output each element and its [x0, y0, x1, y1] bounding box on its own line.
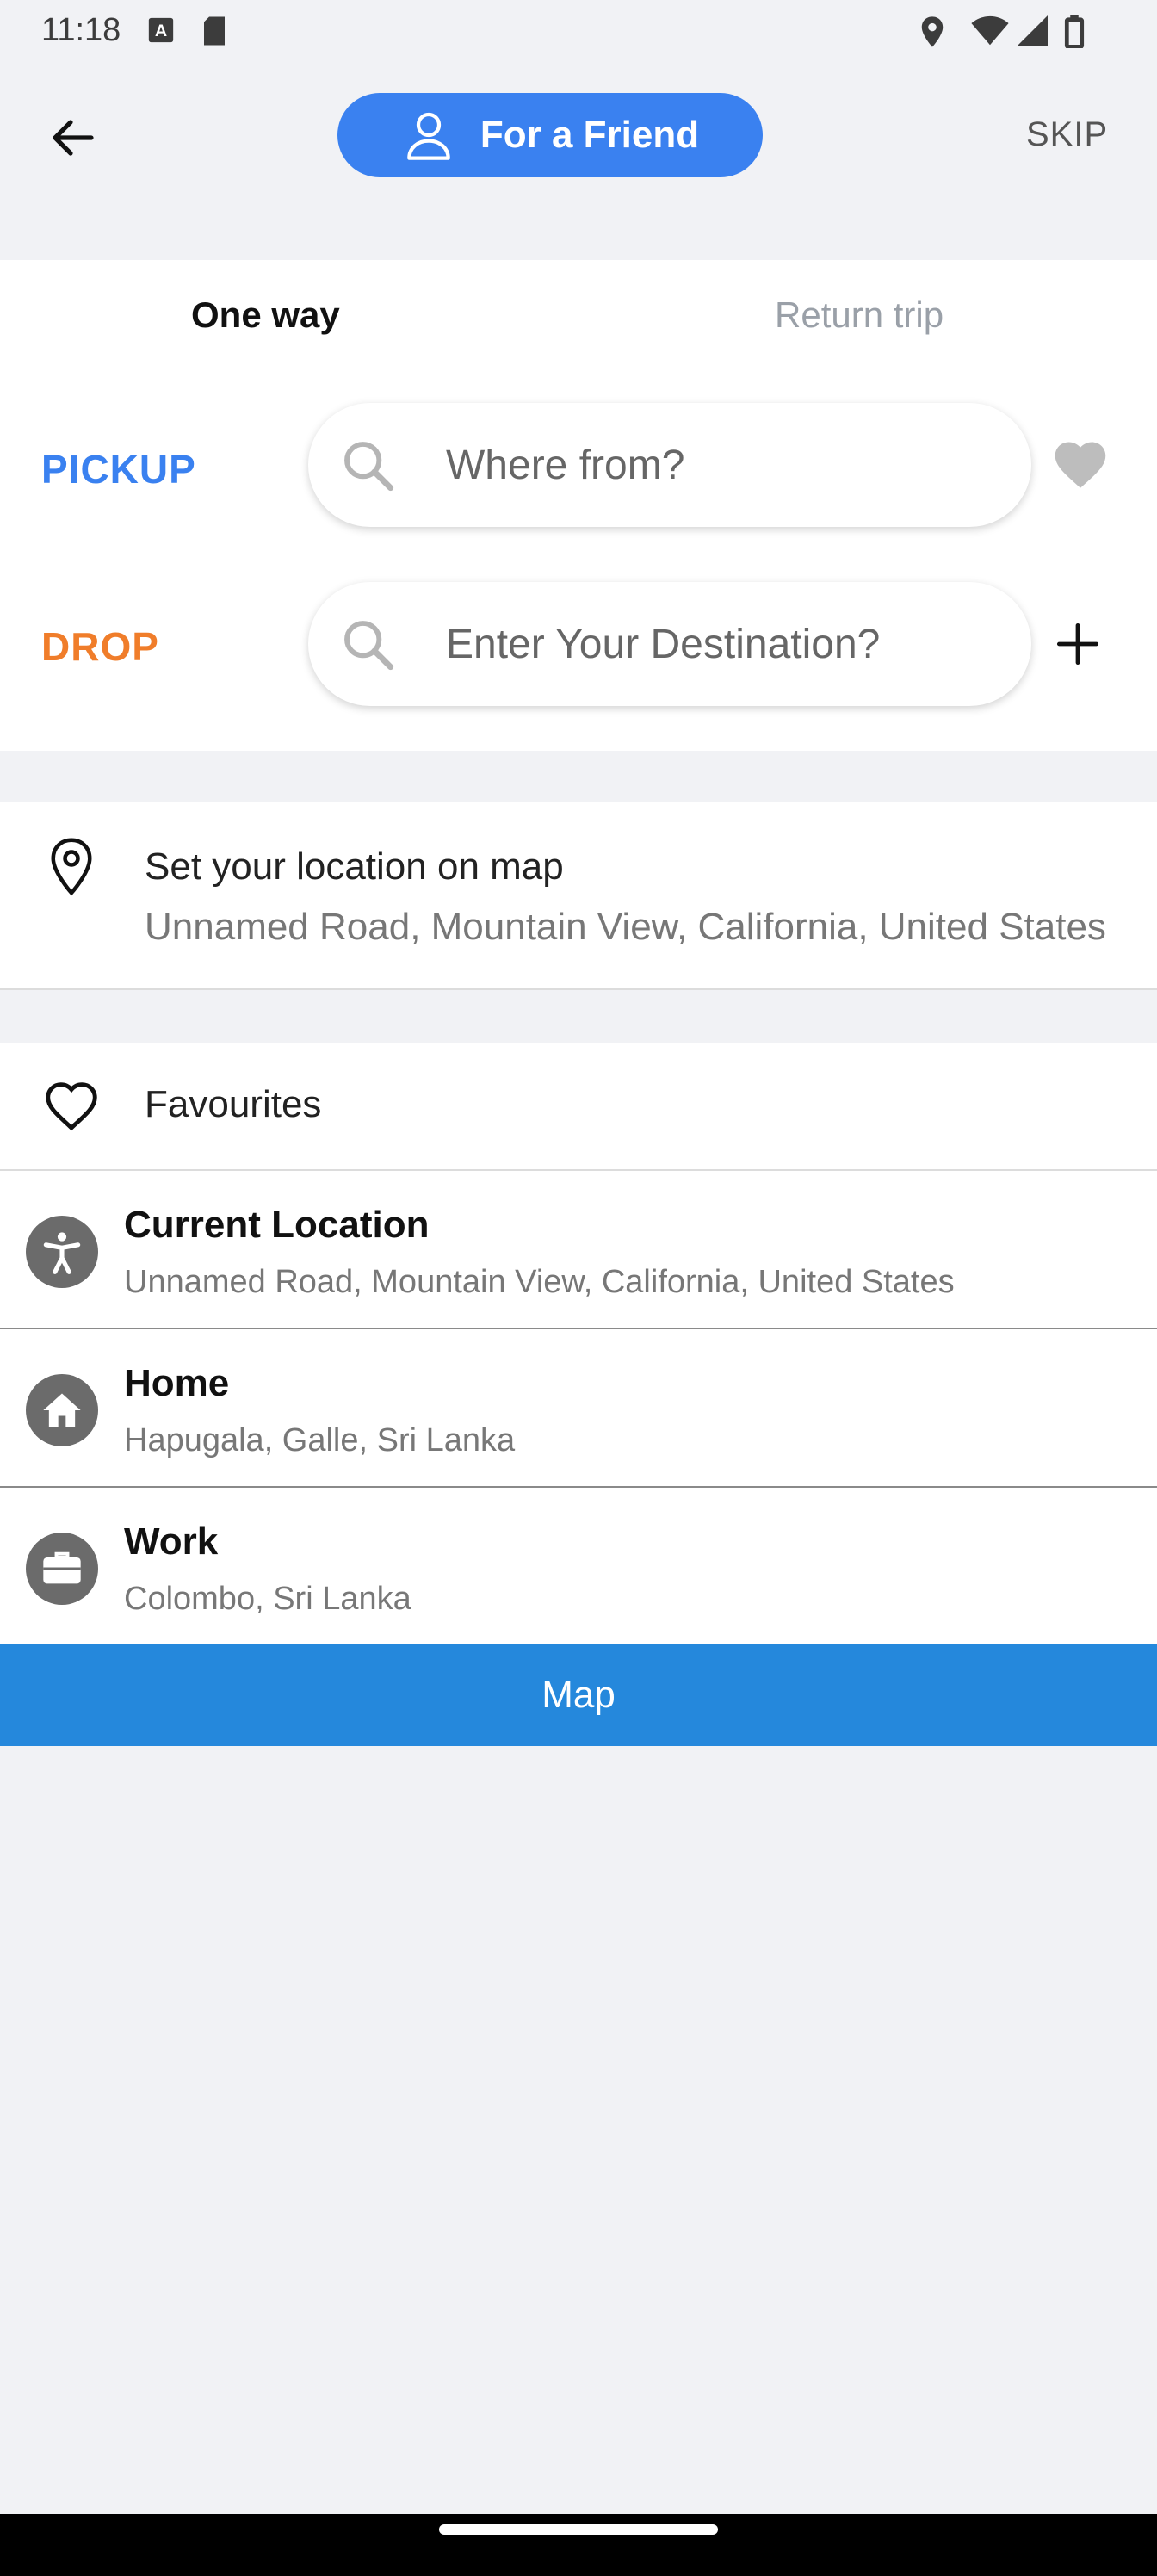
accessibility-icon — [26, 1216, 98, 1288]
arrow-left-icon — [53, 120, 94, 156]
location-icon — [921, 16, 944, 47]
set-location-title: Set your location on map — [145, 845, 564, 888]
heart-filled-icon[interactable] — [1054, 441, 1107, 489]
favourite-item-current-location[interactable]: Current Location Unnamed Road, Mountain … — [0, 1171, 1157, 1329]
skip-button[interactable]: SKIP — [1026, 115, 1108, 154]
add-stop-icon[interactable] — [1055, 622, 1100, 666]
home-gesture-handle[interactable] — [439, 2524, 718, 2535]
pickup-input[interactable]: Where from? — [308, 403, 1031, 527]
status-bar: 11:18 A — [0, 0, 1157, 62]
status-time: 11:18 — [41, 12, 121, 48]
person-icon — [407, 112, 450, 160]
battery-icon — [1064, 15, 1085, 48]
favourite-item-home[interactable]: Home Hapugala, Galle, Sri Lanka — [0, 1329, 1157, 1488]
for-a-friend-label: For a Friend — [480, 114, 700, 156]
set-location-on-map[interactable]: Set your location on map Unnamed Road, M… — [0, 802, 1157, 990]
favourite-name: Home — [124, 1362, 230, 1404]
back-button[interactable] — [38, 103, 107, 172]
signal-icon — [1017, 15, 1048, 46]
for-a-friend-button[interactable]: For a Friend — [337, 93, 763, 177]
set-location-address: Unnamed Road, Mountain View, California,… — [145, 906, 1106, 948]
trip-card: One way Return trip PICKUP Where from? D… — [0, 260, 1157, 751]
favourite-name: Current Location — [124, 1204, 430, 1246]
tab-return-trip[interactable]: Return trip — [775, 294, 944, 336]
pickup-label: PICKUP — [41, 447, 196, 492]
favourite-address: Colombo, Sri Lanka — [124, 1581, 411, 1617]
favourites-title: Favourites — [145, 1083, 322, 1125]
wifi-icon — [971, 15, 1009, 46]
destination-input[interactable]: Enter Your Destination? — [308, 582, 1031, 706]
search-icon — [337, 435, 398, 495]
favourites-card: Favourites Current Location Unnamed Road… — [0, 1043, 1157, 1746]
favourite-name: Work — [124, 1520, 219, 1563]
svg-text:A: A — [155, 22, 167, 40]
favourites-header[interactable]: Favourites — [0, 1043, 1157, 1171]
sd-card-icon — [204, 16, 225, 46]
favourite-address: Hapugala, Galle, Sri Lanka — [124, 1422, 516, 1458]
heart-outline-icon — [46, 1082, 97, 1131]
map-pin-icon — [51, 838, 92, 896]
search-icon — [337, 614, 398, 674]
tab-one-way[interactable]: One way — [191, 294, 340, 336]
map-button[interactable]: Map — [0, 1644, 1157, 1746]
briefcase-icon — [26, 1533, 98, 1605]
drop-label: DROP — [41, 624, 159, 669]
a-notification-icon: A — [148, 17, 174, 43]
home-icon — [26, 1374, 98, 1446]
navigation-bar — [0, 2514, 1157, 2576]
favourite-address: Unnamed Road, Mountain View, California,… — [124, 1264, 955, 1300]
pickup-placeholder: Where from? — [446, 442, 685, 488]
destination-placeholder: Enter Your Destination? — [446, 621, 881, 667]
favourite-item-work[interactable]: Work Colombo, Sri Lanka — [0, 1488, 1157, 1644]
